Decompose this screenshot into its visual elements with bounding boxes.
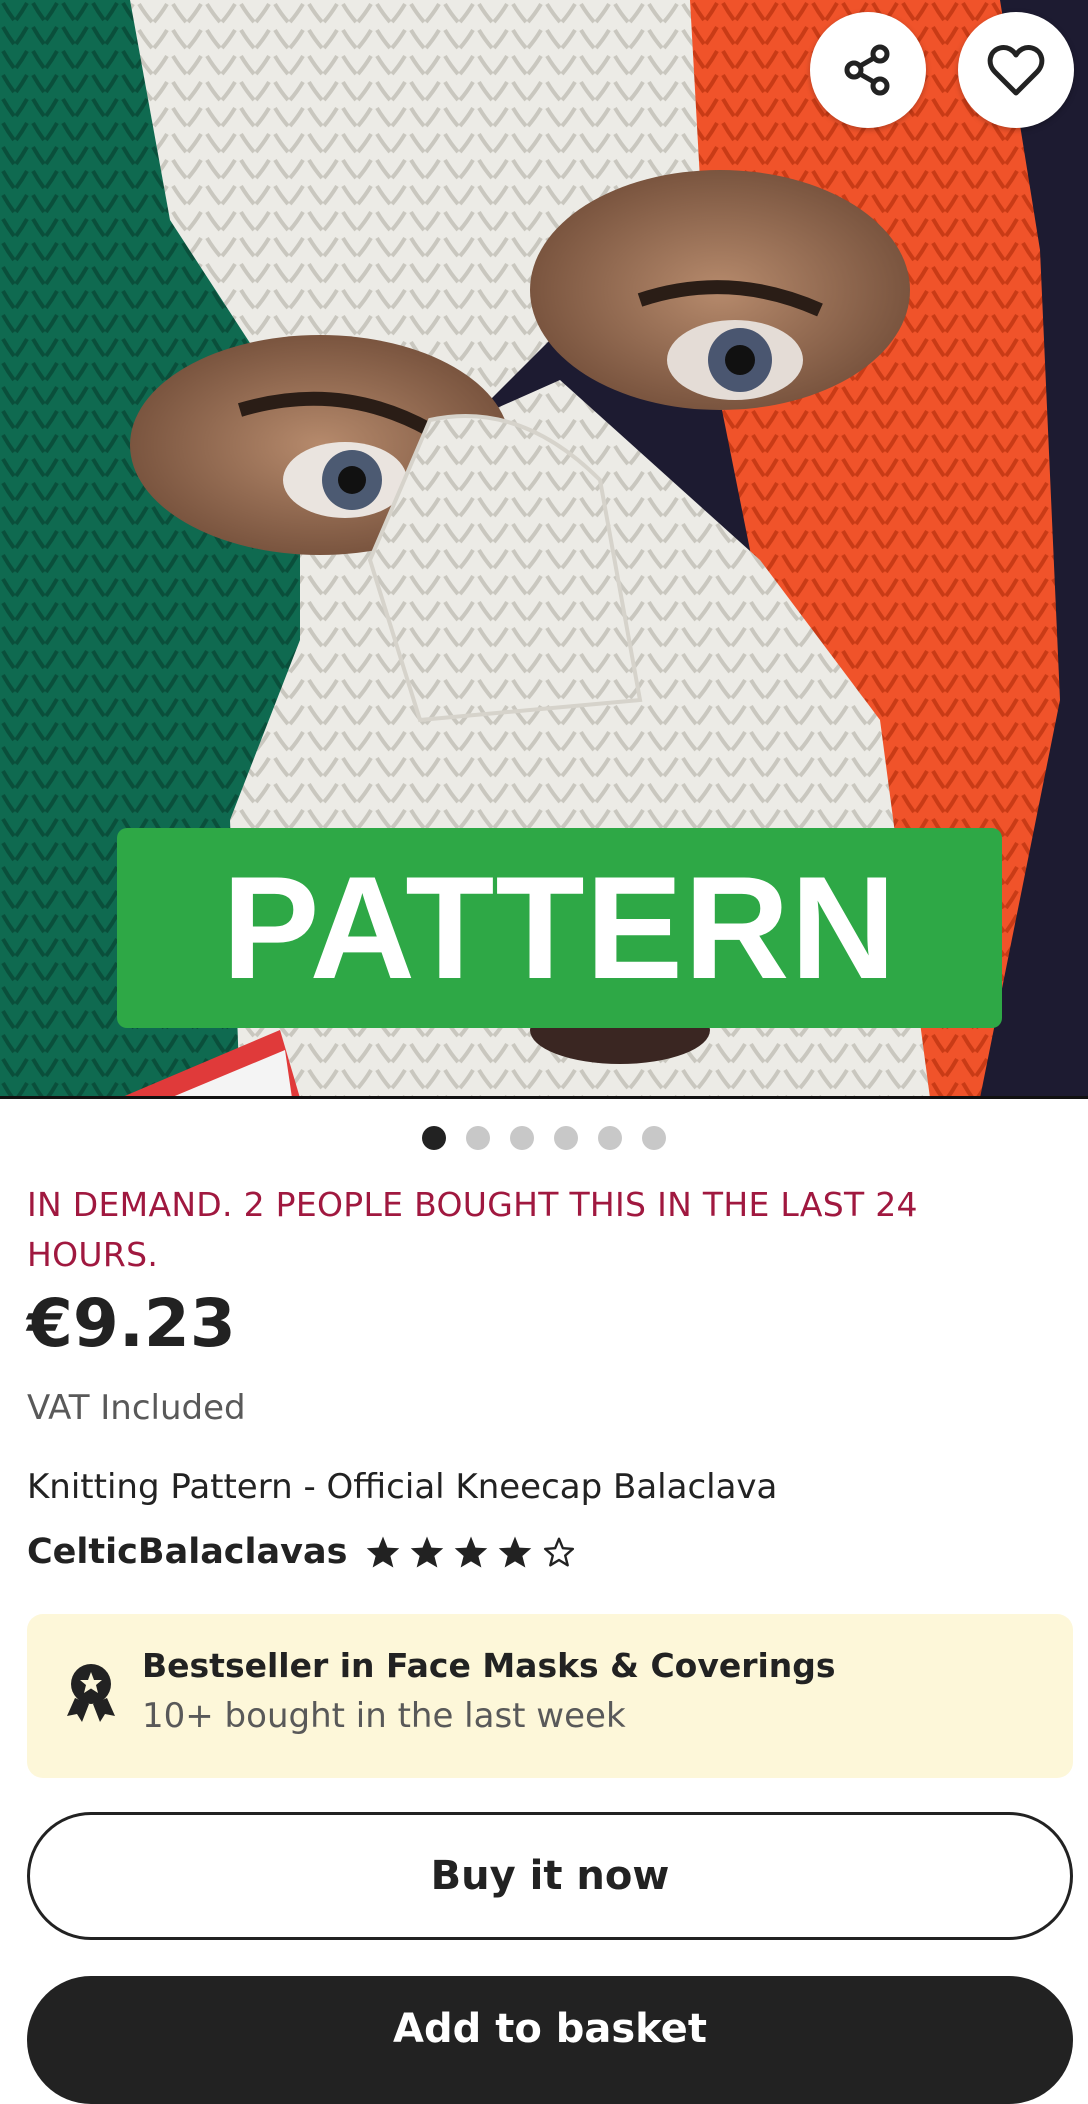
pager-dot-3[interactable] (510, 1126, 534, 1150)
pager-dot-2[interactable] (466, 1126, 490, 1150)
vat-note: VAT Included (27, 1388, 246, 1428)
star-filled-icon (411, 1536, 444, 1568)
star-filled-icon (499, 1536, 532, 1568)
bestseller-title: Bestseller in Face Masks & Coverings (142, 1646, 836, 1685)
shop-row[interactable]: CelticBalaclavas (27, 1532, 577, 1572)
star-filled-icon (367, 1536, 400, 1568)
award-icon (67, 1664, 115, 1722)
pattern-banner-text: PATTERN (222, 846, 897, 1009)
hero-divider (0, 1096, 1088, 1099)
shop-rating[interactable] (365, 1535, 577, 1569)
star-filled-icon (455, 1536, 488, 1568)
pager-dot-4[interactable] (554, 1126, 578, 1150)
demand-notice: IN DEMAND. 2 PEOPLE BOUGHT THIS IN THE L… (27, 1185, 918, 1274)
buy-it-now-button[interactable]: Buy it now (27, 1812, 1073, 1940)
favorite-button[interactable] (958, 12, 1074, 128)
product-price: €9.23 (27, 1285, 236, 1362)
share-button[interactable] (810, 12, 926, 128)
pager-dot-1[interactable] (422, 1126, 446, 1150)
bestseller-subtitle: 10+ bought in the last week (142, 1696, 626, 1736)
product-title: Knitting Pattern - Official Kneecap Bala… (27, 1467, 778, 1507)
bestseller-card: Bestseller in Face Masks & Coverings 10+… (27, 1614, 1073, 1778)
shop-name-link[interactable]: CelticBalaclavas (27, 1532, 347, 1572)
pattern-banner: PATTERN (117, 828, 1002, 1028)
star-empty-icon (544, 1537, 575, 1567)
heart-icon (987, 45, 1045, 96)
carousel-pager[interactable] (0, 1126, 1088, 1150)
add-to-basket-button[interactable]: Add to basket (27, 1976, 1073, 2104)
pager-dot-5[interactable] (598, 1126, 622, 1150)
share-icon (844, 44, 890, 96)
product-image-carousel[interactable]: PATTERN (0, 0, 1088, 1098)
pager-dot-6[interactable] (642, 1126, 666, 1150)
